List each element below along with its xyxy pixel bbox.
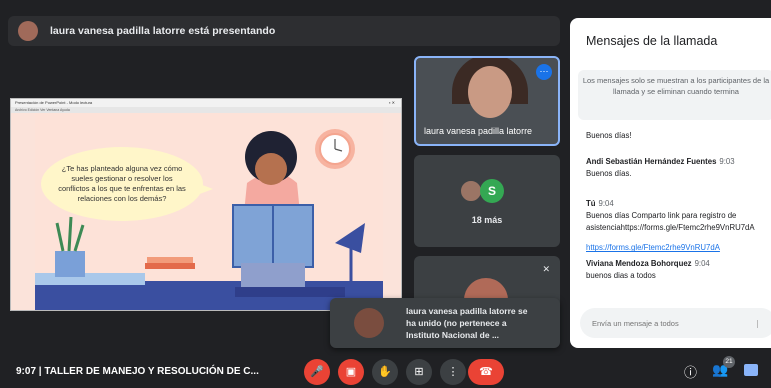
- chat-title: Mensajes de la llamada: [586, 34, 718, 48]
- message-text: Buenos días!: [586, 131, 632, 140]
- clock: 9:07: [16, 366, 37, 377]
- avatar: [354, 308, 384, 338]
- camera-off-icon[interactable]: ▣: [338, 359, 364, 385]
- more-vert-icon[interactable]: ⋮: [440, 359, 466, 385]
- join-notification: laura vanesa padilla latorre se ha unido…: [330, 298, 560, 348]
- avatar-initial: S: [480, 179, 504, 203]
- meet-window: laura vanesa padilla latorre está presen…: [0, 0, 771, 388]
- message-text: buenos dias a todos: [586, 271, 656, 281]
- shared-window-title: Presentación de PowerPoint - Modo lectur…: [15, 100, 93, 105]
- bottom-toolbar: 9:07 | TALLER DE MANEJO Y RESOLUCIÓN DE …: [0, 356, 771, 388]
- message-sender: Tú: [586, 199, 596, 208]
- info-icon[interactable]: ⓘ: [684, 362, 697, 381]
- presenter-banner: laura vanesa padilla latorre está presen…: [8, 16, 560, 46]
- message-time: 9:04: [694, 259, 710, 268]
- meeting-title: TALLER DE MANEJO Y RESOLUCIÓN DE C...: [44, 366, 259, 377]
- message-time: 9:04: [598, 199, 614, 208]
- participant-face: [468, 66, 512, 118]
- presenter-label: laura vanesa padilla latorre está presen…: [50, 25, 276, 37]
- participants-badge: 21: [723, 356, 735, 368]
- chat-info-banner: Los mensajes solo se muestran a los part…: [578, 70, 771, 120]
- present-icon[interactable]: ⊞: [406, 359, 432, 385]
- mic-off-icon: ✕: [542, 264, 550, 274]
- chat-message: Buenos días!: [586, 130, 771, 142]
- chat-input[interactable]: [580, 308, 771, 338]
- message-link[interactable]: https://forms.gle/Ftemc2rhe9VnRU7dA: [586, 242, 771, 254]
- chat-message: Viviana Mendoza Bohorquez 9:04 buenos dia…: [586, 258, 771, 282]
- participant-tile-more[interactable]: S 18 más: [414, 155, 560, 247]
- chat-message: Andi Sebastián Hernández Fuentes 9:03 Bue…: [586, 156, 771, 180]
- chat-message: Tú 9:04 Buenos días Comparto link para re…: [586, 198, 771, 254]
- more-options-icon[interactable]: ⋯: [536, 64, 552, 80]
- speech-bubble-tail: [197, 183, 213, 195]
- mic-off-icon[interactable]: 🎤: [304, 359, 330, 385]
- chat-icon[interactable]: [744, 364, 758, 376]
- speech-bubble: ¿Te has planteado alguna vez cómo sueles…: [41, 147, 203, 221]
- shared-screen: Presentación de PowerPoint - Modo lectur…: [10, 98, 402, 311]
- end-call-icon[interactable]: ☎: [468, 359, 504, 385]
- message-time: 9:03: [719, 157, 735, 166]
- send-icon[interactable]: [757, 320, 765, 328]
- presenter-avatar: [18, 21, 38, 41]
- participant-tile-presenter[interactable]: ⋯ laura vanesa padilla latorre: [414, 56, 560, 146]
- more-participants-count: 18 más: [471, 215, 503, 225]
- message-text: Buenos días.: [586, 169, 632, 179]
- participant-name: laura vanesa padilla latorre: [424, 126, 533, 136]
- join-notification-text: laura vanesa padilla latorre se ha unido…: [406, 305, 528, 341]
- shared-window-titlebar: Presentación de PowerPoint - Modo lectur…: [11, 99, 401, 107]
- window-controls-icon: ▪ ✕: [389, 100, 395, 105]
- message-text: Buenos días Comparto link para registro …: [586, 211, 755, 233]
- chat-panel: Mensajes de la llamada Los mensajes solo…: [570, 18, 771, 348]
- meeting-info: 9:07 | TALLER DE MANEJO Y RESOLUCIÓN DE …: [16, 366, 259, 377]
- message-sender: Viviana Mendoza Bohorquez: [586, 259, 692, 268]
- message-sender: Andi Sebastián Hernández Fuentes: [586, 157, 717, 166]
- hand-icon[interactable]: ✋: [372, 359, 398, 385]
